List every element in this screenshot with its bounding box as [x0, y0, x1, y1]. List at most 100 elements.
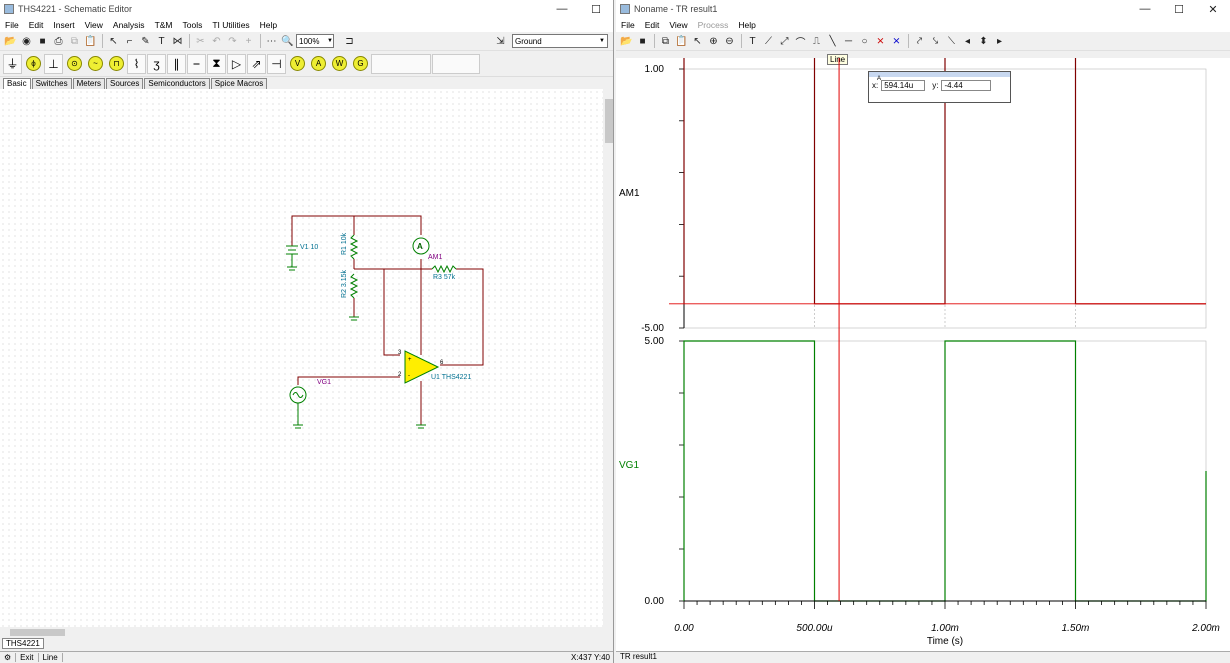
menu-ti-utilities[interactable]: TI Utilities: [207, 20, 254, 30]
close-button[interactable]: ✕: [1196, 3, 1230, 16]
switch-icon[interactable]: ⎯: [187, 53, 206, 74]
line-icon[interactable]: ╲: [825, 34, 840, 49]
ac-source-icon[interactable]: ~: [88, 56, 103, 71]
scroll-thumb[interactable]: [605, 99, 613, 143]
tab-sources[interactable]: Sources: [106, 78, 144, 89]
menu-view[interactable]: View: [80, 20, 108, 30]
horizontal-scrollbar[interactable]: [0, 627, 603, 638]
curve-icon[interactable]: ⌒: [793, 34, 808, 49]
pointer-icon[interactable]: ↖: [106, 34, 121, 49]
paste-icon[interactable]: 📋: [83, 34, 98, 49]
result-tab[interactable]: TR result1: [616, 651, 1230, 663]
print-icon[interactable]: ⎙: [51, 34, 66, 49]
cursor-y-field[interactable]: -4.44: [941, 80, 992, 91]
open-icon[interactable]: 📂: [3, 34, 18, 49]
grid-icon[interactable]: ⋯: [264, 34, 279, 49]
copy-icon[interactable]: ⧉: [67, 34, 82, 49]
ground-icon[interactable]: ⏚: [3, 53, 22, 74]
resistor-icon[interactable]: ⌇: [127, 53, 146, 74]
tab-switches[interactable]: Switches: [31, 78, 72, 89]
menu-file[interactable]: File: [616, 20, 640, 30]
marker-icon[interactable]: ⤢: [777, 34, 792, 49]
voltage-source-icon[interactable]: ϕ: [26, 56, 41, 71]
wattmeter-icon[interactable]: W: [332, 56, 347, 71]
tab-semiconductors[interactable]: Semiconductors: [144, 78, 210, 89]
menu-tm[interactable]: T&M: [150, 20, 178, 30]
cursor-b-icon[interactable]: ⨯: [889, 34, 904, 49]
menu-analysis[interactable]: Analysis: [108, 20, 150, 30]
redo-icon[interactable]: ↷: [225, 34, 240, 49]
slope-icon[interactable]: ⟍: [944, 34, 959, 49]
minimize-button[interactable]: —: [1128, 3, 1162, 15]
inductor-icon[interactable]: ʒ: [147, 53, 166, 74]
arrow-right-icon[interactable]: ▸: [992, 34, 1007, 49]
maximize-button[interactable]: ☐: [1162, 3, 1196, 16]
component-select[interactable]: Ground ▼: [512, 34, 608, 48]
tab-basic[interactable]: Basic: [3, 78, 31, 89]
vertical-scrollbar[interactable]: [603, 89, 613, 627]
line-tool-icon[interactable]: ─: [841, 34, 856, 49]
transformer-icon[interactable]: ⧗: [207, 53, 226, 74]
tab-spice-macros[interactable]: Spice Macros: [210, 78, 268, 89]
menu-file[interactable]: File: [0, 20, 24, 30]
menu-help[interactable]: Help: [255, 20, 282, 30]
zoom-in-icon[interactable]: ⊕: [706, 34, 721, 49]
step-icon[interactable]: ⎍: [809, 34, 824, 49]
menu-view[interactable]: View: [664, 20, 692, 30]
menu-help[interactable]: Help: [733, 20, 760, 30]
paste-icon[interactable]: 📋: [674, 34, 689, 49]
cursor-readout[interactable]: A x: 594.14u y: -4.44: [868, 71, 1011, 103]
menu-insert[interactable]: Insert: [48, 20, 79, 30]
ammeter-icon[interactable]: A: [311, 56, 326, 71]
text-icon[interactable]: T: [745, 34, 760, 49]
generator-icon[interactable]: G: [353, 56, 368, 71]
pot-icon[interactable]: ⇗: [247, 53, 266, 74]
copy-icon[interactable]: ⧉: [658, 34, 673, 49]
place-ground-icon[interactable]: ⇲: [493, 34, 508, 49]
trough-icon[interactable]: ⤥: [928, 34, 943, 49]
pencil-icon[interactable]: ✎: [138, 34, 153, 49]
capacitor-icon[interactable]: ∥: [167, 53, 186, 74]
save-icon[interactable]: ■: [635, 34, 650, 49]
zoom-select[interactable]: 100% ▼: [296, 34, 334, 48]
peak-icon[interactable]: ⤤: [912, 34, 927, 49]
arrow-left-icon[interactable]: ◂: [960, 34, 975, 49]
zoom-out-icon[interactable]: ⊖: [722, 34, 737, 49]
terminal-icon[interactable]: ⊣: [267, 53, 286, 74]
text-icon[interactable]: T: [154, 34, 169, 49]
diagram-area[interactable]: Line 1.00 -5.00 5.00 0.00 0.00 500.00u 1.00m 1.…: [616, 54, 1230, 651]
probe-icon[interactable]: ⊐: [342, 34, 357, 49]
document-tab[interactable]: THS4221: [2, 638, 44, 649]
graph-icon[interactable]: ⋈: [170, 34, 185, 49]
globe-icon[interactable]: ◉: [19, 34, 34, 49]
undo-icon[interactable]: ↶: [209, 34, 224, 49]
component-slot[interactable]: [432, 53, 480, 74]
component-slot[interactable]: [371, 53, 431, 74]
battery-icon[interactable]: ⊥: [44, 53, 63, 74]
zoom-icon[interactable]: 🔍: [280, 34, 295, 49]
diode-icon[interactable]: ▷: [227, 53, 246, 74]
pointer-icon[interactable]: ↖: [690, 34, 705, 49]
voltmeter-icon[interactable]: V: [290, 56, 305, 71]
draw-icon[interactable]: ⟋: [761, 34, 776, 49]
arrow-updown-icon[interactable]: ⬍: [976, 34, 991, 49]
open-icon[interactable]: 📂: [619, 34, 634, 49]
maximize-button[interactable]: ☐: [579, 3, 613, 16]
circle-icon[interactable]: ○: [857, 34, 872, 49]
exit-button[interactable]: Exit: [16, 653, 39, 662]
pulse-source-icon[interactable]: ⊓: [109, 56, 124, 71]
minimize-button[interactable]: —: [545, 3, 579, 15]
plus-icon[interactable]: +: [241, 34, 256, 49]
current-source-icon[interactable]: ⊙: [67, 56, 82, 71]
wire-icon[interactable]: ⌐: [122, 34, 137, 49]
menu-process[interactable]: Process: [693, 20, 734, 30]
menu-edit[interactable]: Edit: [640, 20, 665, 30]
schematic-canvas[interactable]: V1 10 R1 10k R2 3.15k R3 57k U1 THS4221 …: [0, 89, 603, 627]
cursor-x-field[interactable]: 594.14u: [881, 80, 926, 91]
save-icon[interactable]: ■: [35, 34, 50, 49]
cut-icon[interactable]: ✂: [193, 34, 208, 49]
menu-edit[interactable]: Edit: [24, 20, 49, 30]
scroll-thumb[interactable]: [10, 629, 65, 636]
menu-tools[interactable]: Tools: [178, 20, 208, 30]
tab-meters[interactable]: Meters: [72, 78, 106, 89]
